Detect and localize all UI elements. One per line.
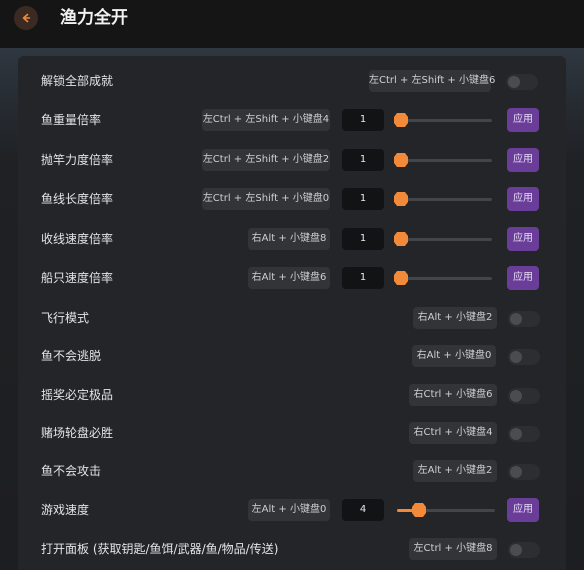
apply-button[interactable]: 应用 [507, 227, 539, 251]
value-input[interactable]: 1 [342, 188, 384, 210]
toggle-switch[interactable] [508, 311, 540, 327]
apply-button[interactable]: 应用 [507, 498, 539, 522]
cheat-panel: 解锁全部成就 左Ctrl + 左Shift + 小键盘6 鱼重量倍率 左Ctrl… [18, 56, 566, 570]
row-game-speed: 游戏速度 左Alt + 小键盘0 4 应用 [18, 495, 566, 525]
title-bar: 渔力全开 [0, 0, 584, 48]
hotkey-badge: 右Alt + 小键盘6 [248, 267, 330, 289]
page-title: 渔力全开 [60, 8, 128, 28]
toggle-knob [510, 544, 522, 556]
row-label: 解锁全部成就 [41, 74, 114, 88]
hotkey-badge: 右Alt + 小键盘8 [248, 228, 330, 250]
slider-thumb-icon[interactable] [394, 191, 408, 207]
value-input[interactable]: 1 [342, 109, 384, 131]
toggle-switch[interactable] [508, 349, 540, 365]
row-label: 抛竿力度倍率 [41, 153, 114, 167]
multiplier-slider[interactable] [394, 189, 492, 209]
hotkey-badge: 左Ctrl + 左Shift + 小键盘6 [369, 70, 495, 92]
toggle-knob [510, 313, 522, 325]
row-roulette-win: 赌场轮盘必胜 右Ctrl + 小键盘4 [18, 418, 566, 448]
hotkey-badge: 左Ctrl + 小键盘8 [409, 538, 497, 560]
row-fish-no-attack: 鱼不会攻击 左Alt + 小键盘2 [18, 456, 566, 486]
hotkey-badge: 左Ctrl + 左Shift + 小键盘4 [202, 109, 330, 131]
row-lottery-best: 摇奖必定极品 右Ctrl + 小键盘6 [18, 380, 566, 410]
toggle-knob [510, 428, 522, 440]
slider-thumb-icon[interactable] [394, 152, 408, 168]
row-unlock-achievements: 解锁全部成就 左Ctrl + 左Shift + 小键盘6 [18, 66, 566, 96]
value-input[interactable]: 1 [342, 228, 384, 250]
row-fish-no-escape: 鱼不会逃脱 右Alt + 小键盘0 [18, 341, 566, 371]
hotkey-badge: 右Alt + 小键盘0 [412, 345, 496, 367]
hotkey-badge: 右Alt + 小键盘2 [413, 307, 497, 329]
row-reel-speed: 收线速度倍率 右Alt + 小键盘8 1 应用 [18, 224, 566, 254]
multiplier-slider[interactable] [394, 110, 492, 130]
hotkey-badge: 右Ctrl + 小键盘4 [409, 422, 497, 444]
row-label: 鱼不会攻击 [41, 464, 102, 478]
toggle-knob [510, 466, 522, 478]
apply-button[interactable]: 应用 [507, 187, 539, 211]
slider-thumb-icon[interactable] [412, 502, 426, 518]
row-label: 赌场轮盘必胜 [41, 426, 114, 440]
game-speed-slider[interactable] [397, 500, 495, 520]
toggle-knob [510, 390, 522, 402]
row-label: 收线速度倍率 [41, 232, 114, 246]
row-label: 飞行模式 [41, 311, 90, 325]
hotkey-badge: 右Ctrl + 小键盘6 [409, 384, 497, 406]
row-label: 鱼线长度倍率 [41, 192, 114, 206]
value-input[interactable]: 4 [342, 499, 384, 521]
hotkey-badge: 左Ctrl + 左Shift + 小键盘0 [202, 188, 330, 210]
row-label: 船只速度倍率 [41, 271, 114, 285]
toggle-switch[interactable] [508, 388, 540, 404]
toggle-knob [508, 76, 520, 88]
row-label: 打开面板 (获取钥匙/鱼饵/武器/鱼/物品/传送) [41, 542, 279, 556]
hotkey-badge: 左Ctrl + 左Shift + 小键盘2 [202, 149, 330, 171]
value-input[interactable]: 1 [342, 267, 384, 289]
value-input[interactable]: 1 [342, 149, 384, 171]
back-button[interactable] [14, 6, 38, 30]
apply-button[interactable]: 应用 [507, 148, 539, 172]
apply-button[interactable]: 应用 [507, 266, 539, 290]
slider-thumb-icon[interactable] [394, 270, 408, 286]
multiplier-slider[interactable] [394, 229, 492, 249]
row-cast-power: 抛竿力度倍率 左Ctrl + 左Shift + 小键盘2 1 应用 [18, 145, 566, 175]
back-arrow-icon [22, 13, 31, 23]
toggle-knob [510, 351, 522, 363]
slider-track [394, 238, 492, 241]
row-fish-weight: 鱼重量倍率 左Ctrl + 左Shift + 小键盘4 1 应用 [18, 105, 566, 135]
row-line-length: 鱼线长度倍率 左Ctrl + 左Shift + 小键盘0 1 应用 [18, 184, 566, 214]
row-label: 鱼不会逃脱 [41, 349, 102, 363]
toggle-switch[interactable] [506, 74, 538, 90]
row-label: 游戏速度 [41, 503, 90, 517]
toggle-switch[interactable] [508, 426, 540, 442]
multiplier-slider[interactable] [394, 150, 492, 170]
hotkey-badge: 左Alt + 小键盘2 [413, 460, 497, 482]
row-open-panel: 打开面板 (获取钥匙/鱼饵/武器/鱼/物品/传送) 左Ctrl + 小键盘8 [18, 534, 566, 564]
slider-track [394, 159, 492, 162]
multiplier-slider[interactable] [394, 268, 492, 288]
slider-thumb-icon[interactable] [394, 231, 408, 247]
slider-track [394, 119, 492, 122]
row-flight-mode: 飞行模式 右Alt + 小键盘2 [18, 303, 566, 333]
slider-track [394, 277, 492, 280]
slider-track [394, 198, 492, 201]
hotkey-badge: 左Alt + 小键盘0 [248, 499, 330, 521]
slider-thumb-icon[interactable] [394, 112, 408, 128]
row-label: 摇奖必定极品 [41, 388, 114, 402]
row-boat-speed: 船只速度倍率 右Alt + 小键盘6 1 应用 [18, 263, 566, 293]
toggle-switch[interactable] [508, 464, 540, 480]
row-label: 鱼重量倍率 [41, 113, 102, 127]
toggle-switch[interactable] [508, 542, 540, 558]
apply-button[interactable]: 应用 [507, 108, 539, 132]
